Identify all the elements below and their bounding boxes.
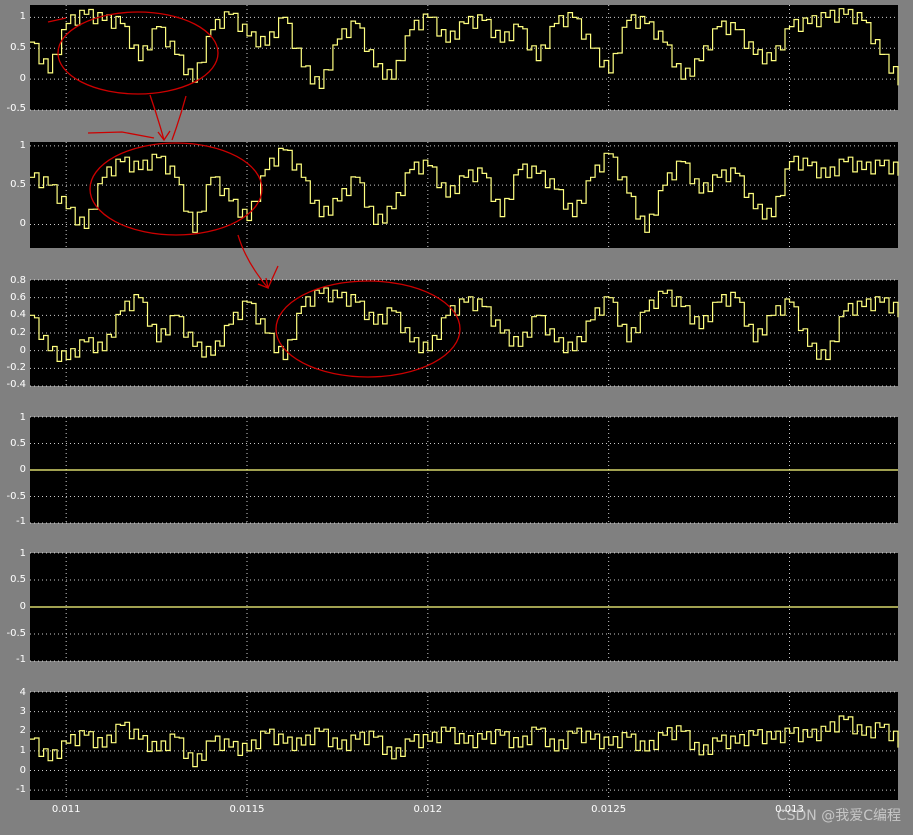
annotation-arrow-1 xyxy=(149,94,165,141)
annotation-arrow-2 xyxy=(171,95,187,141)
annotation-circle-1 xyxy=(57,11,219,95)
annotation-stroke-1 xyxy=(47,17,67,23)
annotation-circle-2 xyxy=(89,142,263,236)
annotation-arrow-3 xyxy=(237,234,269,289)
hand-annotations xyxy=(47,11,461,378)
annotation-stroke-2 xyxy=(87,131,155,139)
annotation-stroke-3 xyxy=(267,265,279,289)
annotation-circle-3 xyxy=(275,280,461,378)
